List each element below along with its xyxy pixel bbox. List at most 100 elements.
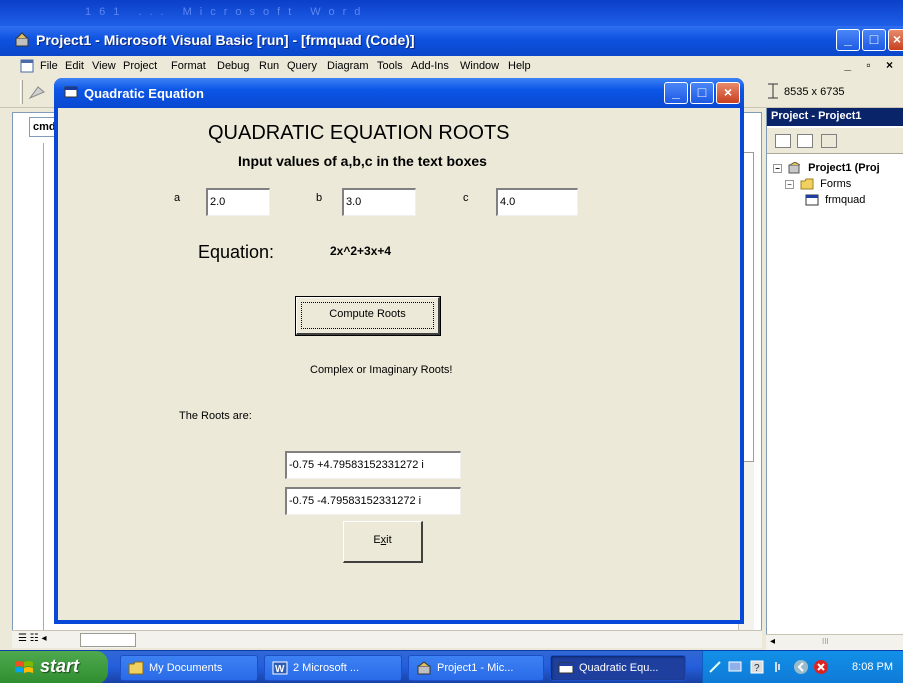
form-icon bbox=[805, 194, 819, 206]
close-icon: × bbox=[892, 31, 902, 47]
close-icon: × bbox=[723, 84, 733, 100]
maximize-icon: □ bbox=[869, 31, 879, 47]
task-my-documents[interactable]: My Documents bbox=[120, 655, 258, 681]
back-arrow-icon[interactable] bbox=[793, 659, 809, 675]
ide-minimize-button[interactable]: _ bbox=[836, 29, 860, 51]
maximize-icon: □ bbox=[697, 84, 707, 100]
tree-node-frmquad[interactable]: frmquad bbox=[805, 194, 865, 206]
tree-label: frmquad bbox=[825, 194, 866, 206]
root2-output[interactable]: -0.75 -4.79583152331272 i bbox=[285, 487, 461, 515]
menu-diagram[interactable]: Diagram bbox=[327, 60, 369, 72]
folder-icon bbox=[128, 661, 144, 675]
menu-addins[interactable]: Add-Ins bbox=[411, 60, 449, 72]
size-readout: 8535 x 6735 bbox=[784, 86, 845, 98]
scroll-grip: III bbox=[822, 637, 829, 646]
label-a: a bbox=[174, 192, 181, 204]
root1-output[interactable]: -0.75 +4.79583152331272 i bbox=[285, 451, 461, 479]
toolbar-grip[interactable] bbox=[20, 80, 23, 104]
form-titlebar[interactable]: Quadratic Equation _ □ × bbox=[54, 78, 744, 108]
background-title: 161 ... Microsoft Word bbox=[85, 6, 369, 18]
collapse-icon[interactable]: − bbox=[773, 163, 782, 173]
scroll-left-icon[interactable]: ◂ bbox=[770, 636, 775, 647]
tree-label: Forms bbox=[820, 178, 852, 190]
toggle-folders-icon[interactable] bbox=[821, 134, 837, 148]
view-toggle-icons[interactable]: ☰ ☷ ◂ bbox=[18, 633, 47, 644]
tree-node-forms[interactable]: − Forms bbox=[785, 178, 851, 190]
menu-help[interactable]: Help bbox=[508, 60, 531, 72]
system-tray: ? 8:08 PM bbox=[702, 651, 903, 683]
mdi-window-controls[interactable]: _ ▫ × bbox=[844, 58, 899, 72]
help-icon[interactable]: ? bbox=[749, 659, 765, 675]
task-label: Project1 - Mic... bbox=[437, 662, 514, 674]
project-explorer-toolbar bbox=[767, 128, 903, 154]
network-icon[interactable] bbox=[707, 659, 723, 675]
code-horizontal-scrollbar[interactable]: ☰ ☷ ◂ bbox=[12, 630, 762, 648]
security-alert-icon[interactable] bbox=[813, 659, 829, 675]
tree-node-project[interactable]: − Project1 (Proj bbox=[773, 162, 880, 174]
tree-label: Project1 (Proj bbox=[808, 162, 880, 174]
form-close-button[interactable]: × bbox=[716, 82, 740, 104]
task-label: My Documents bbox=[149, 662, 223, 674]
code-window-icon[interactable] bbox=[20, 59, 34, 73]
exit-label: Exit bbox=[373, 534, 392, 546]
svg-text:?: ? bbox=[754, 663, 760, 674]
project-hscrollbar[interactable]: ◂ III bbox=[766, 634, 903, 650]
task-microsoft-word[interactable]: W 2 Microsoft ... bbox=[264, 655, 402, 681]
view-code-icon[interactable] bbox=[775, 134, 791, 148]
menu-edit[interactable]: Edit bbox=[65, 60, 84, 72]
compute-roots-label: Compute Roots bbox=[329, 308, 406, 320]
menu-format[interactable]: Format bbox=[171, 60, 206, 72]
menu-tools[interactable]: Tools bbox=[377, 60, 403, 72]
start-button[interactable]: start bbox=[0, 651, 108, 683]
form-minimize-button[interactable]: _ bbox=[664, 82, 688, 104]
size-indicator-icon bbox=[768, 83, 778, 99]
word-icon: W bbox=[272, 661, 288, 675]
task-label: 2 Microsoft ... bbox=[293, 662, 360, 674]
form-icon bbox=[64, 86, 78, 98]
task-quadratic-equation[interactable]: Quadratic Equ... bbox=[550, 655, 686, 681]
quadratic-form-window: Quadratic Equation _ □ × QUADRATIC EQUAT… bbox=[54, 78, 744, 624]
project-icon bbox=[788, 162, 801, 174]
form-subheading: Input values of a,b,c in the text boxes bbox=[238, 153, 487, 169]
input-a[interactable]: 2.0 bbox=[206, 188, 270, 216]
view-object-icon[interactable] bbox=[797, 134, 813, 148]
equation-value: 2x^2+3x+4 bbox=[330, 244, 392, 258]
menu-query[interactable]: Query bbox=[287, 60, 317, 72]
menu-project[interactable]: Project bbox=[123, 60, 157, 72]
minimize-icon: _ bbox=[844, 31, 852, 47]
ide-title: Project1 - Microsoft Visual Basic [run] … bbox=[36, 32, 415, 48]
input-c[interactable]: 4.0 bbox=[496, 188, 578, 216]
speaker-icon[interactable] bbox=[771, 659, 787, 675]
root-type-status: Complex or Imaginary Roots! bbox=[310, 364, 453, 376]
menu-run[interactable]: Run bbox=[259, 60, 279, 72]
project-explorer: Project - Project1 − Project1 (Proj − Fo… bbox=[766, 108, 903, 648]
menu-view[interactable]: View bbox=[92, 60, 116, 72]
form-maximize-button[interactable]: □ bbox=[690, 82, 714, 104]
menu-window[interactable]: Window bbox=[460, 60, 499, 72]
windows-flag-icon bbox=[15, 661, 33, 673]
ide-titlebar: Project1 - Microsoft Visual Basic [run] … bbox=[0, 26, 903, 56]
form-icon bbox=[558, 662, 574, 674]
svg-text:W: W bbox=[275, 664, 285, 675]
add-project-icon[interactable] bbox=[28, 84, 46, 100]
exit-button[interactable]: Exit bbox=[343, 521, 423, 563]
menu-debug[interactable]: Debug bbox=[217, 60, 249, 72]
folder-icon bbox=[800, 178, 814, 190]
project-explorer-title: Project - Project1 bbox=[767, 108, 903, 126]
minimize-icon: _ bbox=[672, 84, 680, 100]
start-label: start bbox=[40, 656, 80, 676]
form-body: QUADRATIC EQUATION ROOTS Input values of… bbox=[58, 108, 740, 620]
menu-bar: File Edit View Project Format Debug Run … bbox=[0, 56, 903, 76]
clock: 8:08 PM bbox=[852, 661, 893, 673]
code-hscroll-thumb[interactable] bbox=[80, 633, 136, 647]
menu-file[interactable]: File bbox=[40, 60, 58, 72]
collapse-icon[interactable]: − bbox=[785, 179, 794, 189]
chat-icon[interactable] bbox=[727, 659, 743, 675]
background-window-titlebar: 161 ... Microsoft Word bbox=[0, 0, 903, 26]
ide-close-button[interactable]: × bbox=[888, 29, 903, 51]
vb-app-icon bbox=[15, 32, 29, 47]
input-b[interactable]: 3.0 bbox=[342, 188, 416, 216]
ide-maximize-button[interactable]: □ bbox=[862, 29, 886, 51]
compute-roots-button[interactable]: Compute Roots bbox=[295, 296, 441, 336]
task-project1[interactable]: Project1 - Mic... bbox=[408, 655, 544, 681]
